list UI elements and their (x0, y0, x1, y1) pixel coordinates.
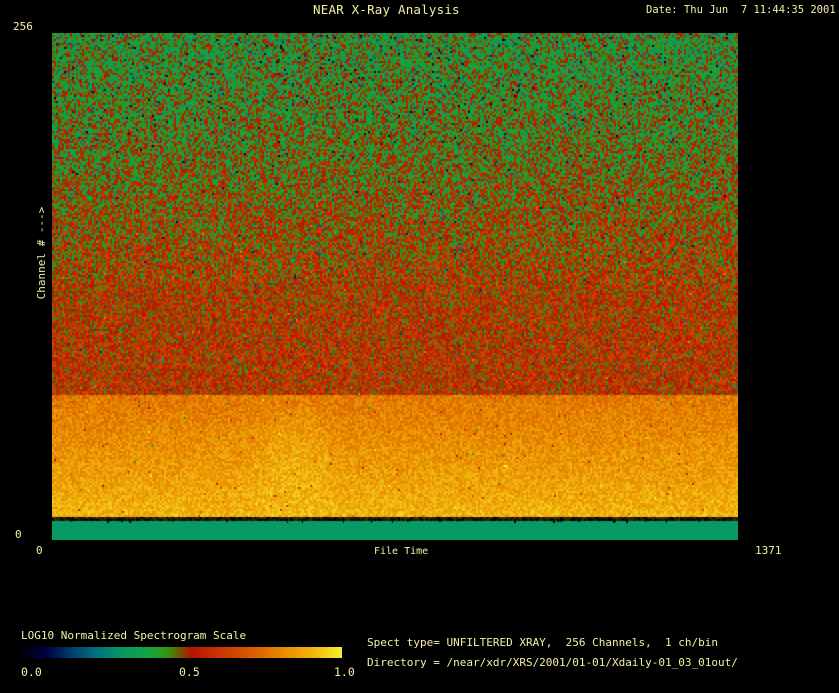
colorbar-tick-0: 0.0 (21, 665, 42, 679)
spectrogram-image (52, 33, 738, 540)
date-stamp: Date: Thu Jun 7 11:44:35 2001 (646, 4, 836, 16)
colorbar-gradient (21, 647, 342, 658)
colorbar-tick-2: 1.0 (334, 665, 355, 679)
x-axis-min-label: 0 (36, 544, 43, 557)
x-axis-max-label: 1371 (755, 544, 782, 557)
y-axis-min-label: 0 (15, 528, 22, 541)
page-title: NEAR X-Ray Analysis (313, 2, 460, 17)
colorbar-title: LOG10 Normalized Spectrogram Scale (21, 629, 247, 642)
colorbar-tick-1: 0.5 (179, 665, 200, 679)
y-axis-title: Channel # ---> (34, 206, 48, 300)
directory-line: Directory = /near/xdr/XRS/2001/01-01/Xda… (367, 656, 738, 669)
near-xray-analysis-window: NEAR X-Ray Analysis Date: Thu Jun 7 11:4… (0, 0, 839, 693)
y-axis-max-label: 256 (13, 20, 33, 33)
x-axis-title: File Time (374, 546, 429, 557)
spect-type-line: Spect type= UNFILTERED XRAY, 256 Channel… (367, 636, 718, 649)
